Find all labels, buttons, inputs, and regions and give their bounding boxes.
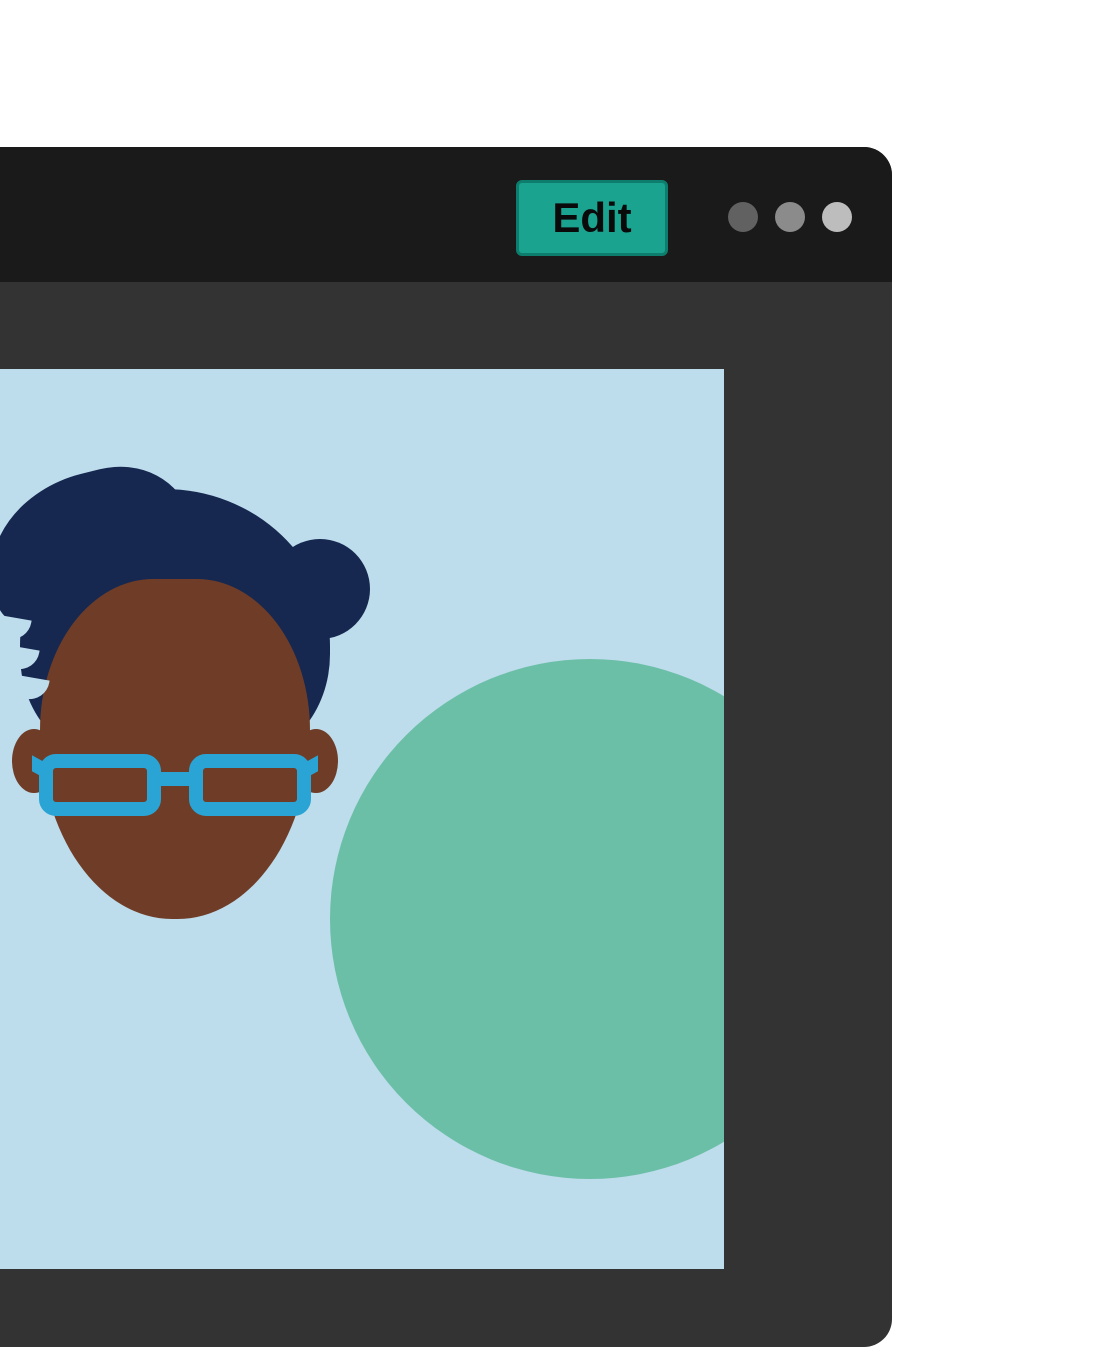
person-center bbox=[0, 469, 410, 1069]
app-window: Edit bbox=[0, 147, 892, 1347]
window-control-minimize-icon[interactable] bbox=[728, 202, 758, 232]
glasses-icon bbox=[32, 747, 318, 817]
photo-canvas bbox=[0, 369, 724, 1269]
window-control-maximize-icon[interactable] bbox=[775, 202, 805, 232]
edit-button[interactable]: Edit bbox=[516, 180, 668, 256]
person-center-hair-back bbox=[270, 539, 370, 639]
window-control-close-icon[interactable] bbox=[822, 202, 852, 232]
titlebar: Edit bbox=[0, 147, 892, 282]
